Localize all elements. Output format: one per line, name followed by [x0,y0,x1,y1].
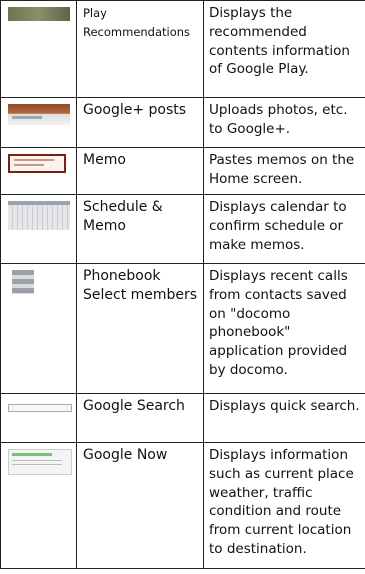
widget-description: Displays calendar to confirm schedule or… [203,194,365,264]
widget-description: Displays information such as current pla… [203,442,365,569]
widget-description: Displays quick search. [203,393,365,443]
phonebook-thumbnail [12,270,34,294]
thumbnail-cell [0,0,77,98]
widget-description: Displays recent calls from contacts save… [203,263,365,394]
table-row: Google Search Displays quick search. [0,393,365,443]
table-row: Google+ posts Uploads photos, etc. to Go… [0,97,365,148]
thumbnail-cell [0,393,77,443]
table-row: Memo Pastes memos on the Home screen. [0,147,365,195]
widget-name: Play Recommendations [76,0,204,98]
thumbnail-cell [0,97,77,148]
widget-description: Uploads photos, etc. to Google+. [203,97,365,148]
google-now-thumbnail [8,449,72,475]
thumbnail-cell [0,263,77,394]
google-plus-posts-thumbnail [8,104,70,125]
widget-name: Phonebook Select members [76,263,204,394]
widget-name: Google+ posts [76,97,204,148]
widget-name: Google Now [76,442,204,569]
thumbnail-cell [0,147,77,195]
widget-name: Schedule & Memo [76,194,204,264]
memo-thumbnail [8,154,66,173]
widget-name: Google Search [76,393,204,443]
play-recommendations-thumbnail [8,7,70,21]
thumbnail-cell [0,442,77,569]
google-search-thumbnail [8,404,72,412]
table-row: Google Now Displays information such as … [0,442,365,569]
widget-name: Memo [76,147,204,195]
table-row: Play Recommendations Displays the recomm… [0,0,365,98]
schedule-memo-thumbnail [8,201,70,230]
widget-description: Displays the recommended contents inform… [203,0,365,98]
table-row: Schedule & Memo Displays calendar to con… [0,194,365,264]
widget-description: Pastes memos on the Home screen. [203,147,365,195]
thumbnail-cell [0,194,77,264]
widget-table: Play Recommendations Displays the recomm… [0,0,365,569]
table-row: Phonebook Select members Displays recent… [0,263,365,394]
